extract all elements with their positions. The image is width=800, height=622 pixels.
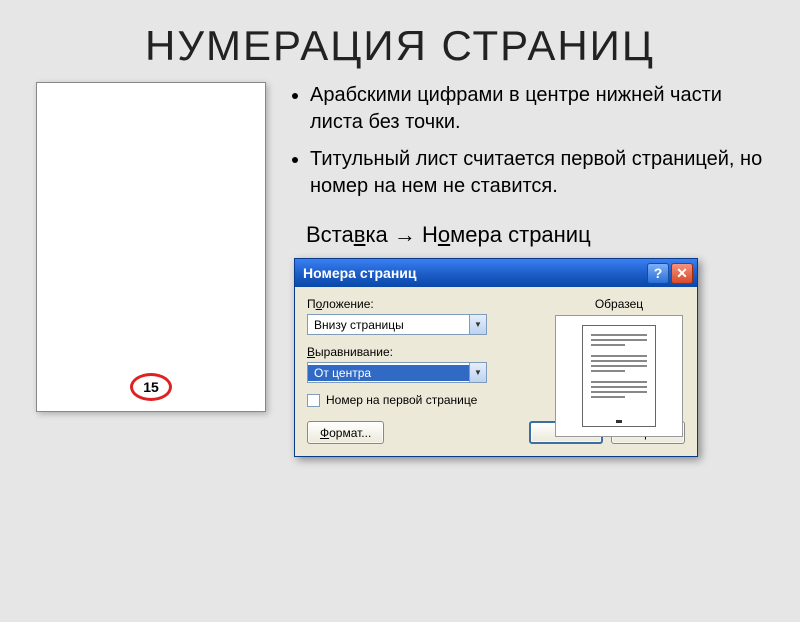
help-button[interactable]: ? (647, 263, 669, 284)
sample-box (555, 315, 683, 437)
bullet-item: Арабскими цифрами в центре нижней части … (310, 82, 764, 136)
page-number-highlight: 15 (130, 373, 172, 401)
alignment-combo[interactable]: От центра ▼ (307, 362, 487, 383)
sample-label: Образец (555, 297, 683, 311)
position-combo[interactable]: Внизу страницы ▼ (307, 314, 487, 335)
position-value: Внизу страницы (308, 318, 469, 332)
page-numbers-dialog: Номера страниц ? ✕ Положение: Внизу стра… (294, 258, 698, 457)
menu-path: Вставка → Номера страниц (306, 222, 764, 248)
dialog-titlebar[interactable]: Номера страниц ? ✕ (295, 259, 697, 287)
close-button[interactable]: ✕ (671, 263, 693, 284)
first-page-label: Номер на первой странице (326, 393, 477, 407)
slide-title: НУМЕРАЦИЯ СТРАНИЦ (0, 22, 800, 70)
bullet-list: Арабскими цифрами в центре нижней части … (288, 82, 764, 200)
chevron-down-icon[interactable]: ▼ (469, 315, 486, 334)
sample-page-number-icon (616, 420, 622, 423)
page-number: 15 (143, 379, 159, 395)
first-page-checkbox[interactable] (307, 394, 320, 407)
dialog-title: Номера страниц (303, 265, 645, 281)
page-preview: 15 (36, 82, 266, 412)
bullet-item: Титульный лист считается первой странице… (310, 146, 764, 200)
format-button[interactable]: Формат... (307, 421, 384, 444)
sample-page (582, 325, 656, 427)
alignment-value: От центра (308, 365, 469, 381)
chevron-down-icon[interactable]: ▼ (469, 363, 486, 382)
